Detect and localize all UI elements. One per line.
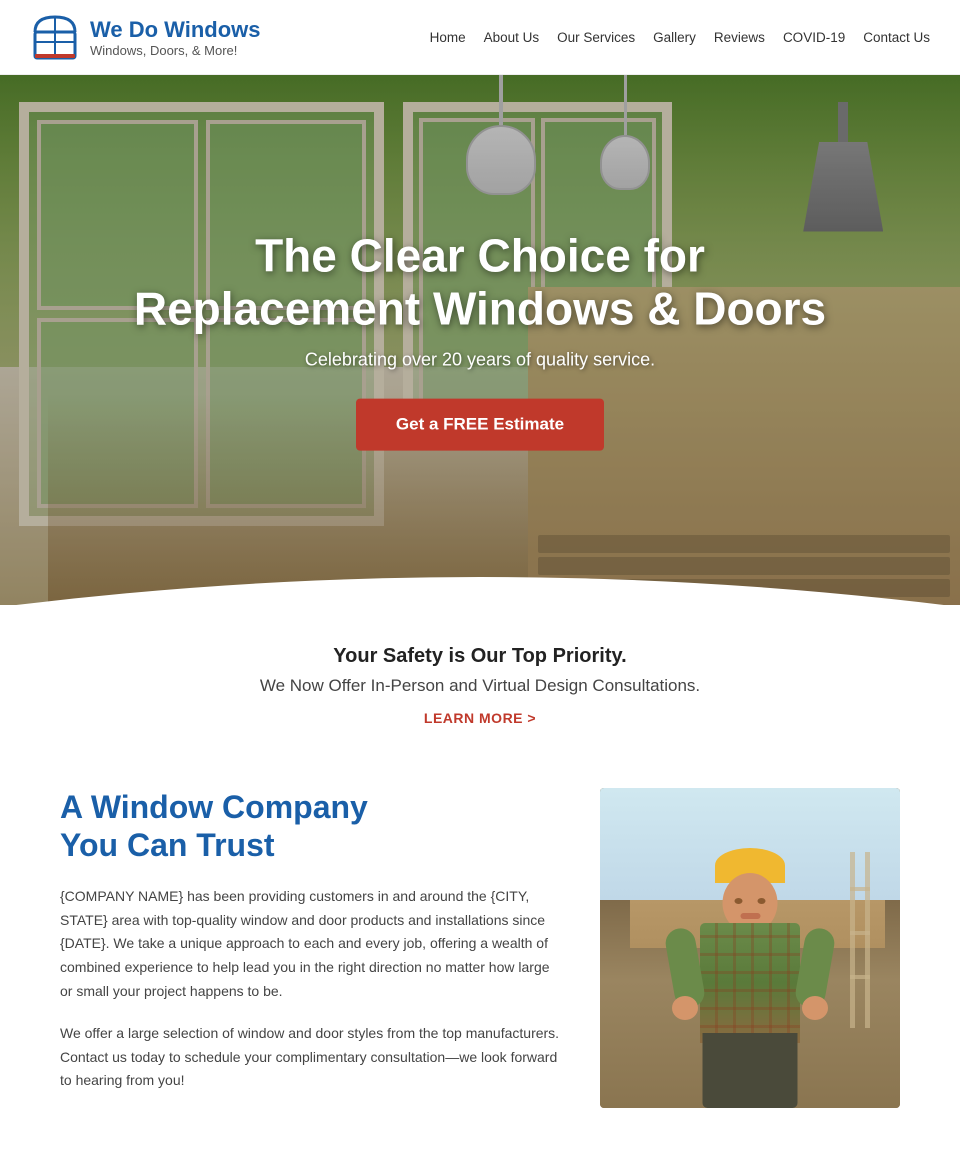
safety-title: Your Safety is Our Top Priority. <box>20 645 940 668</box>
ladder <box>850 852 870 1028</box>
about-paragraph-2: We offer a large selection of window and… <box>60 1022 560 1093</box>
logo-subtitle: Windows, Doors, & More! <box>90 43 261 58</box>
site-header: We Do Windows Windows, Doors, & More! Ho… <box>0 0 960 75</box>
nav-contact-us[interactable]: Contact Us <box>863 30 930 45</box>
about-section: A Window Company You Can Trust {COMPANY … <box>0 738 960 1151</box>
contractor-figure <box>670 848 830 1108</box>
about-image <box>600 788 900 1108</box>
nav-about-us[interactable]: About Us <box>484 30 540 45</box>
about-heading-line1: A Window Company <box>60 789 368 825</box>
learn-more-link[interactable]: LEARN MORE > <box>424 710 536 726</box>
logo-title: We Do Windows <box>90 17 261 43</box>
main-nav: Home About Us Our Services Gallery Revie… <box>430 30 930 45</box>
nav-gallery[interactable]: Gallery <box>653 30 696 45</box>
logo-text: We Do Windows Windows, Doors, & More! <box>90 17 261 58</box>
hero-title: The Clear Choice for Replacement Windows… <box>130 230 830 336</box>
hero-curve <box>0 547 960 605</box>
safety-subtitle: We Now Offer In-Person and Virtual Desig… <box>20 676 940 696</box>
about-paragraph-1: {COMPANY NAME} has been providing custom… <box>60 885 560 1004</box>
hero-content: The Clear Choice for Replacement Windows… <box>130 230 830 451</box>
about-text: A Window Company You Can Trust {COMPANY … <box>60 788 560 1111</box>
hero-subtitle: Celebrating over 20 years of quality ser… <box>130 349 830 370</box>
nav-covid19[interactable]: COVID-19 <box>783 30 845 45</box>
about-heading-line2: You Can Trust <box>60 827 275 863</box>
cta-button[interactable]: Get a FREE Estimate <box>356 398 604 450</box>
nav-our-services[interactable]: Our Services <box>557 30 635 45</box>
safety-section: Your Safety is Our Top Priority. We Now … <box>0 605 960 738</box>
nav-home[interactable]: Home <box>430 30 466 45</box>
logo-area: We Do Windows Windows, Doors, & More! <box>30 12 261 62</box>
hero-section: The Clear Choice for Replacement Windows… <box>0 75 960 605</box>
about-heading: A Window Company You Can Trust <box>60 788 560 865</box>
nav-reviews[interactable]: Reviews <box>714 30 765 45</box>
logo-icon <box>30 12 80 62</box>
